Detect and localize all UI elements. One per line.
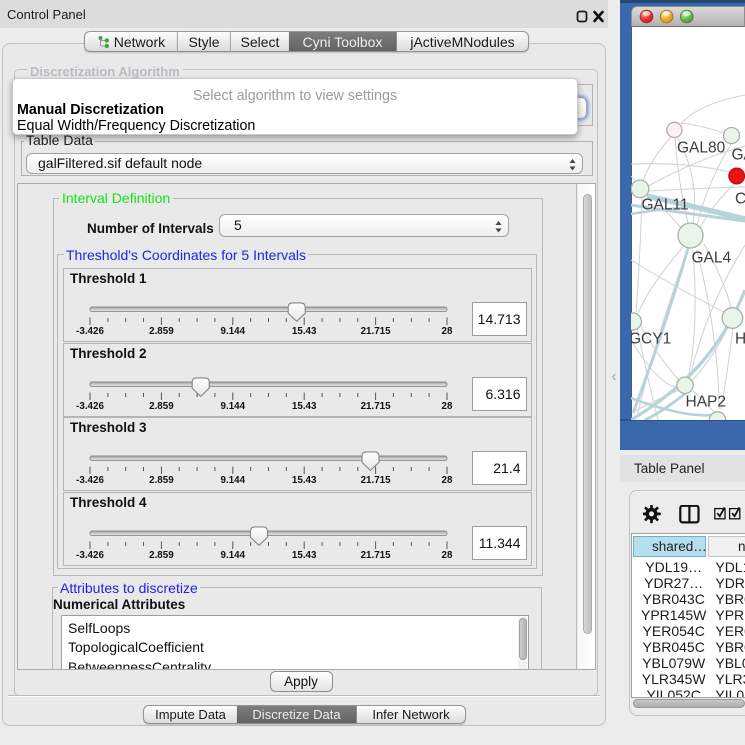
svg-text:28: 28 [442, 550, 453, 561]
svg-text:21.715: 21.715 [361, 326, 392, 337]
svg-text:15.43: 15.43 [292, 475, 317, 486]
svg-text:GAL11: GAL11 [642, 197, 689, 214]
svg-text:-3.426: -3.426 [76, 326, 104, 337]
svg-text:2.859: 2.859 [149, 550, 174, 561]
svg-text:21.715: 21.715 [361, 475, 392, 486]
svg-text:15.43: 15.43 [292, 550, 317, 561]
svg-text:21.715: 21.715 [361, 401, 392, 412]
svg-text:GAL4: GAL4 [692, 250, 732, 267]
svg-text:9.144: 9.144 [221, 475, 246, 486]
svg-text:28: 28 [442, 401, 453, 412]
svg-text:28: 28 [442, 326, 453, 337]
svg-text:GAL80: GAL80 [677, 140, 726, 157]
svg-text:-3.426: -3.426 [76, 401, 104, 412]
svg-text:15.43: 15.43 [292, 401, 317, 412]
svg-text:H: H [735, 331, 745, 348]
svg-text:GCY1: GCY1 [631, 331, 671, 348]
svg-text:2.859: 2.859 [149, 475, 174, 486]
svg-text:2.859: 2.859 [149, 401, 174, 412]
svg-text:9.144: 9.144 [221, 550, 246, 561]
svg-text:-3.426: -3.426 [76, 550, 104, 561]
svg-text:GA: GA [732, 147, 745, 164]
svg-text:9.144: 9.144 [221, 326, 246, 337]
svg-text:9.144: 9.144 [221, 401, 246, 412]
svg-text:HAP2: HAP2 [686, 394, 727, 411]
svg-text:2.859: 2.859 [149, 326, 174, 337]
svg-text:-3.426: -3.426 [76, 475, 104, 486]
svg-text:15.43: 15.43 [292, 326, 317, 337]
svg-text:21.715: 21.715 [361, 550, 392, 561]
svg-text:28: 28 [442, 475, 453, 486]
svg-text:C: C [735, 191, 745, 208]
